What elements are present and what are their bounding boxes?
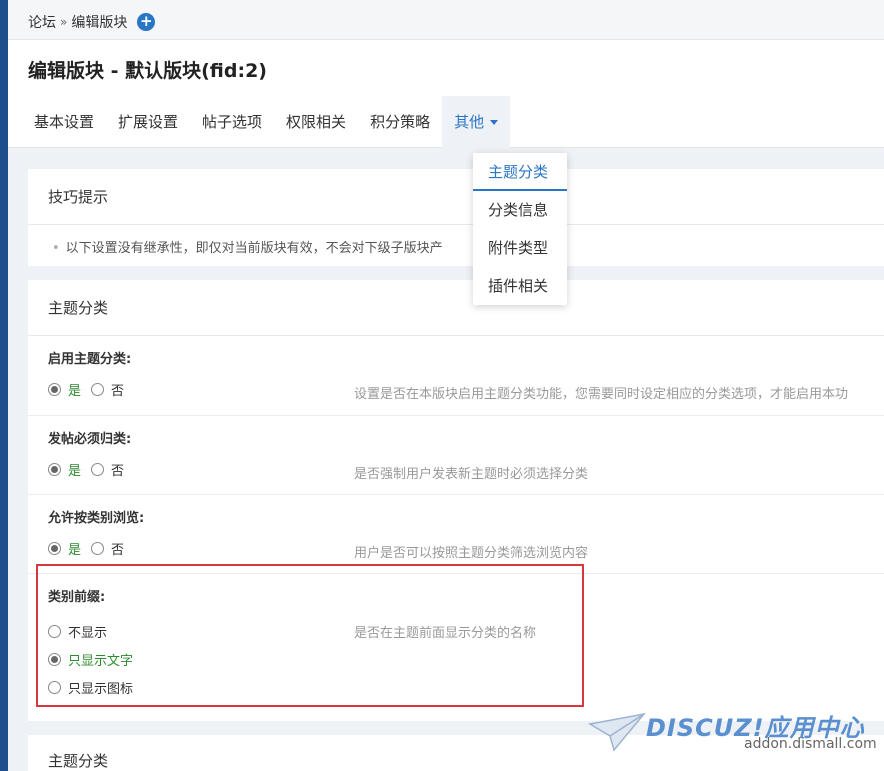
breadcrumb-separator: » (60, 15, 68, 29)
radio-yes-label: 是 (68, 543, 82, 558)
menu-item-thread-category[interactable]: 主题分类 (473, 153, 567, 191)
tab-post-options[interactable]: 帖子选项 (190, 96, 274, 148)
add-shortcut-icon[interactable]: + (137, 13, 156, 31)
setting-label: 发帖必须归类: (48, 432, 132, 447)
radio-group: 是 否 (48, 460, 124, 479)
tip-text: 以下设置没有继承性，即仅对当前版块有效，不会对下级子版块产 (65, 241, 443, 256)
top-bar: 论坛 » 编辑版块 + (8, 0, 884, 40)
highlight-box (36, 564, 584, 707)
radio-group: 是 否 (48, 539, 124, 558)
radio-group: 是 否 (48, 380, 124, 399)
radio-yes-label: 是 (68, 384, 82, 399)
tab-bar: 基本设置 扩展设置 帖子选项 权限相关 积分策略 其他 (22, 96, 511, 148)
radio-yes[interactable] (48, 463, 61, 476)
radio-yes[interactable] (48, 542, 61, 555)
tips-title: 技巧提示 (28, 169, 884, 225)
tab-permissions[interactable]: 权限相关 (274, 96, 358, 148)
setting-description: 用户是否可以按照主题分类筛选浏览内容 (354, 546, 589, 561)
tip-item: • 以下设置没有继承性，即仅对当前版块有效，不会对下级子版块产 (28, 225, 884, 256)
radio-no[interactable] (91, 383, 105, 396)
section-title: 主题分类 (28, 280, 884, 336)
setting-row-browse: 允许按类别浏览: 是 否 用户是否可以按照主题分类筛选浏览内容 (28, 495, 884, 574)
tab-other-label: 其他 (454, 113, 485, 131)
setting-label: 启用主题分类: (48, 352, 132, 367)
menu-item-sort-info[interactable]: 分类信息 (473, 191, 567, 229)
tab-extended[interactable]: 扩展设置 (106, 96, 190, 148)
breadcrumb-current: 编辑版块 (71, 15, 128, 31)
watermark-url: addon.dismall.com (744, 736, 877, 752)
menu-item-attachment-type[interactable]: 附件类型 (473, 229, 567, 267)
tips-panel: 技巧提示 • 以下设置没有继承性，即仅对当前版块有效，不会对下级子版块产 (28, 169, 884, 266)
radio-yes[interactable] (48, 383, 61, 396)
radio-no[interactable] (91, 463, 105, 476)
watermark: DISCUZ!应用中心 addon.dismall.com (588, 708, 878, 758)
page-title: 编辑版块 - 默认版块(fid:2) (28, 60, 267, 82)
radio-no[interactable] (91, 542, 105, 555)
caret-down-icon (490, 120, 499, 125)
setting-description: 设置是否在本版块启用主题分类功能，您需要同时设定相应的分类选项，才能启用本功 (354, 387, 849, 402)
setting-row-enable: 启用主题分类: 是 否 设置是否在本版块启用主题分类功能，您需要同时设定相应的分… (28, 336, 884, 416)
breadcrumb: 论坛 » 编辑版块 + (28, 12, 156, 32)
radio-yes-label: 是 (68, 464, 82, 479)
paper-plane-icon (588, 712, 646, 752)
page-header: 编辑版块 - 默认版块(fid:2) 基本设置 扩展设置 帖子选项 权限相关 积… (8, 40, 884, 148)
breadcrumb-root[interactable]: 论坛 (28, 12, 56, 32)
setting-row-required: 发帖必须归类: 是 否 是否强制用户发表新主题时必须选择分类 (28, 416, 884, 495)
radio-no-label: 否 (111, 384, 125, 399)
setting-label: 允许按类别浏览: (48, 511, 145, 526)
radio-no-label: 否 (111, 464, 125, 479)
tab-other[interactable]: 其他 (442, 96, 511, 148)
menu-item-plugins[interactable]: 插件相关 (473, 267, 567, 305)
tab-credits[interactable]: 积分策略 (358, 96, 442, 148)
setting-description: 是否强制用户发表新主题时必须选择分类 (354, 467, 589, 482)
bullet-icon: • (52, 241, 60, 256)
tab-basic[interactable]: 基本设置 (22, 96, 106, 148)
radio-no-label: 否 (111, 543, 125, 558)
left-sidebar-strip (0, 0, 8, 771)
other-dropdown-menu: 主题分类 分类信息 附件类型 插件相关 (473, 153, 567, 305)
